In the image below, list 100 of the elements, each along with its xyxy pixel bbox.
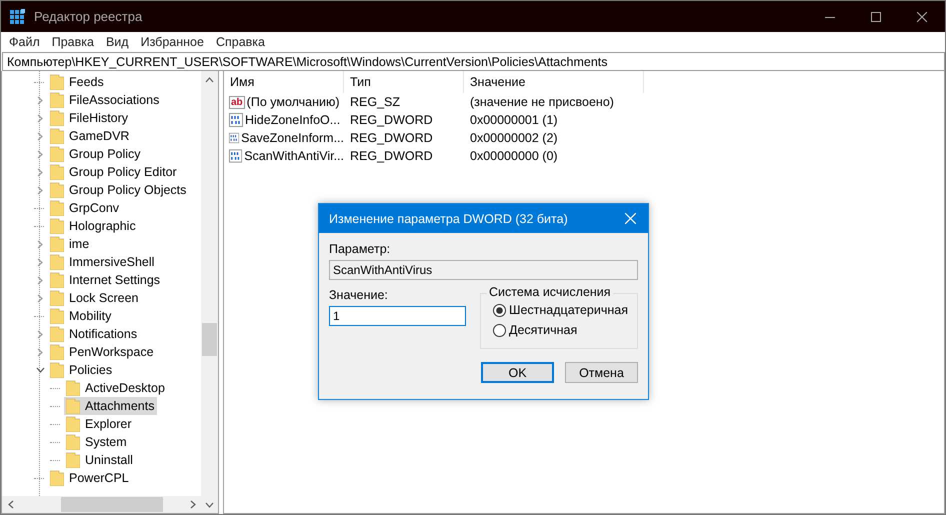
dialog-button[interactable]: OK (481, 362, 554, 383)
tree-item[interactable]: ImmersiveShell (48, 253, 158, 271)
close-icon (917, 12, 927, 22)
folder-icon (50, 92, 64, 108)
tree-item[interactable]: Uninstall (64, 451, 136, 469)
tree-item[interactable]: Feeds (48, 73, 107, 91)
chevron-right-icon[interactable] (37, 240, 43, 248)
string-value-icon: ab (229, 96, 245, 108)
binary-value-icon (229, 131, 240, 145)
folder-icon (50, 236, 64, 252)
tree-item[interactable]: ime (48, 235, 92, 253)
vertical-scrollbar[interactable] (201, 71, 218, 513)
app-icon (10, 8, 26, 24)
menu-item[interactable]: Избранное (134, 35, 210, 49)
parameter-name-field[interactable]: ScanWithAntiVirus (329, 260, 638, 280)
folder-icon (50, 182, 64, 198)
folder-icon (66, 398, 80, 414)
radio-label[interactable]: Десятичная (509, 323, 578, 337)
chevron-right-icon[interactable] (37, 348, 43, 356)
dialog-title: Изменение параметра DWORD (32 бита) (329, 212, 569, 226)
chevron-right-icon[interactable] (37, 132, 43, 140)
radio-label[interactable]: Шестнадцатеричная (509, 303, 628, 317)
window-title: Редактор реестра (34, 9, 144, 24)
value-name[interactable]: (По умолчанию) (246, 95, 340, 109)
tree-item[interactable]: Mobility (48, 307, 114, 325)
folder-icon (50, 308, 64, 324)
column-header[interactable]: Имя (224, 71, 344, 93)
value-type: REG_DWORD (349, 149, 434, 163)
folder-icon (50, 110, 64, 126)
address-field[interactable]: Компьютер\HKEY_CURRENT_USER\SOFTWARE\Microsoft\Windows\CurrentVersion\Policies\Attachments (2, 52, 945, 71)
value-name[interactable]: ScanWithAntiVir... (244, 149, 344, 163)
chevron-right-icon[interactable] (37, 150, 43, 158)
tree-item[interactable]: FileAssociations (48, 91, 162, 109)
scroll-up-icon[interactable] (205, 76, 214, 82)
folder-icon (50, 128, 64, 144)
tree-item[interactable]: Policies (48, 361, 116, 379)
folder-icon (66, 416, 80, 432)
group-title: Система исчисления (487, 285, 613, 299)
tree-item[interactable]: Holographic (48, 217, 139, 235)
chevron-right-icon[interactable] (37, 294, 43, 302)
tree-item[interactable]: ActiveDesktop (64, 379, 168, 397)
scrollbar-thumb[interactable] (61, 497, 163, 512)
close-icon (624, 213, 636, 224)
tree-item[interactable]: GrpConv (48, 199, 122, 217)
column-header[interactable]: Тип (344, 71, 464, 93)
field-label: Значение: (329, 288, 389, 304)
chevron-right-icon[interactable] (37, 258, 43, 266)
scroll-right-icon[interactable] (190, 500, 196, 509)
chevron-down-icon[interactable] (36, 367, 44, 373)
folder-icon (50, 326, 64, 342)
tree-item[interactable]: Explorer (64, 415, 135, 433)
tree-item[interactable]: System (64, 433, 130, 451)
tree-item[interactable]: PowerCPL (48, 469, 132, 487)
chevron-right-icon[interactable] (37, 276, 43, 284)
tree-item[interactable]: FileHistory (48, 109, 132, 127)
tree-item[interactable]: Group Policy Editor (48, 163, 180, 181)
tree-item[interactable]: PenWorkspace (48, 343, 157, 361)
menu-item[interactable]: Справка (210, 35, 271, 49)
folder-icon (50, 74, 64, 90)
tree-item[interactable]: Notifications (48, 325, 140, 343)
folder-icon (50, 344, 64, 360)
menu-item[interactable]: Файл (3, 35, 46, 49)
folder-icon (66, 434, 80, 450)
chevron-right-icon[interactable] (37, 114, 43, 122)
value-data: (значение не присвоено) (469, 95, 615, 109)
value-data: 0x00000001 (1) (469, 113, 559, 127)
tree-item[interactable]: Internet Settings (48, 271, 164, 289)
dialog-button[interactable]: Отмена (565, 362, 638, 383)
tree-item[interactable]: Lock Screen (48, 289, 142, 307)
tree-item[interactable]: GameDVR (48, 127, 132, 145)
scroll-down-icon[interactable] (205, 502, 214, 508)
binary-value-icon (229, 149, 242, 163)
radio-button[interactable] (493, 324, 506, 336)
value-input[interactable]: 1 (329, 306, 466, 326)
value-name[interactable]: HideZoneInfoO... (245, 113, 340, 127)
tree-item[interactable]: Attachments (64, 397, 158, 415)
folder-icon (50, 272, 64, 288)
scroll-left-icon[interactable] (8, 500, 14, 509)
folder-icon (50, 254, 64, 270)
horizontal-scrollbar[interactable] (2, 496, 201, 513)
menu-item[interactable]: Правка (46, 35, 100, 49)
value-name[interactable]: SaveZoneInform... (241, 131, 344, 145)
folder-icon (66, 452, 80, 468)
value-type: REG_SZ (349, 95, 402, 109)
chevron-right-icon[interactable] (37, 168, 43, 176)
menu-item[interactable]: Вид (100, 35, 135, 49)
tree-item[interactable]: Group Policy (48, 145, 144, 163)
chevron-right-icon[interactable] (37, 330, 43, 338)
scrollbar-thumb[interactable] (202, 323, 217, 356)
value-data: 0x00000002 (2) (469, 131, 559, 145)
folder-icon (50, 470, 64, 486)
radio-button[interactable] (493, 304, 506, 316)
chevron-right-icon[interactable] (37, 96, 43, 104)
value-data: 0x00000000 (0) (469, 149, 559, 163)
column-header[interactable]: Значение (464, 71, 644, 93)
chevron-right-icon[interactable] (37, 186, 43, 194)
folder-icon (50, 218, 64, 234)
field-label: Параметр: (329, 242, 392, 258)
maximize-icon (871, 12, 881, 22)
tree-item[interactable]: Group Policy Objects (48, 181, 190, 199)
